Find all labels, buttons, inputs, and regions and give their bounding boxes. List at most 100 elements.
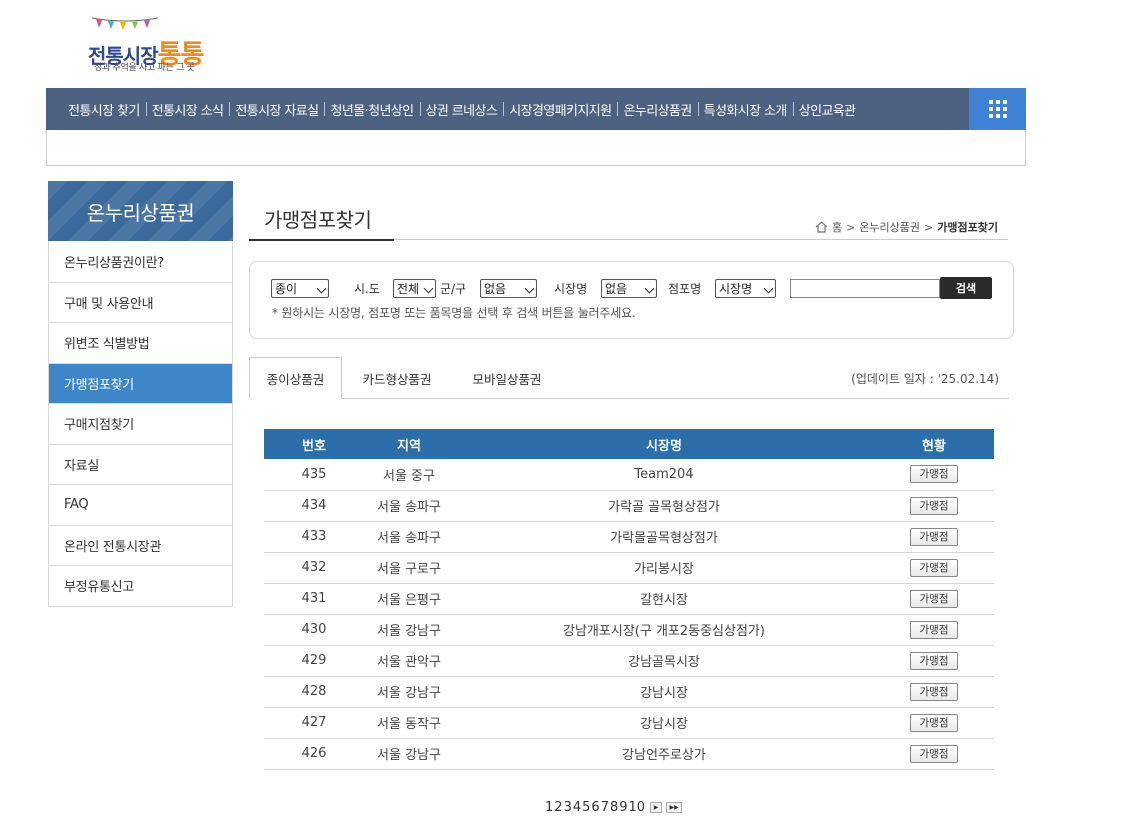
search-hint: * 원하시는 시장명, 점포명 또는 품목명을 선택 후 검색 버튼을 눌러주세… bbox=[272, 306, 636, 320]
row-number: 430 bbox=[264, 614, 364, 646]
breadcrumb-home[interactable]: 홈 bbox=[832, 219, 842, 235]
row-market-name[interactable]: 갈현시장 bbox=[454, 583, 874, 615]
voucher-tabs: 종이상품권 카드형상품권 모바일상품권 (업데이트 일자 : '25.02.14… bbox=[249, 357, 1009, 399]
sidebar-item[interactable]: FAQ bbox=[49, 484, 232, 525]
row-market-name[interactable]: 가리봉시장 bbox=[454, 552, 874, 584]
row-market-name[interactable]: 강남언주로상가 bbox=[454, 738, 874, 770]
row-number: 426 bbox=[264, 738, 364, 770]
search-button[interactable]: 검색 bbox=[940, 277, 992, 299]
chevron-right-icon: > bbox=[846, 220, 856, 234]
row-market-name[interactable]: 가락골 골목형상점가 bbox=[454, 490, 874, 522]
row-market-name[interactable]: Team204 bbox=[454, 459, 874, 491]
status-button[interactable]: 가맹점 bbox=[910, 620, 958, 639]
row-region: 서울 관악구 bbox=[364, 645, 454, 677]
row-market-name[interactable]: 가락몰골목형상점가 bbox=[454, 521, 874, 553]
page-link[interactable]: 4 bbox=[573, 800, 581, 815]
sidebar-item[interactable]: 부정유통신고 bbox=[49, 565, 232, 606]
grid-menu-icon[interactable] bbox=[969, 88, 1026, 130]
site-logo[interactable]: 전통시장통통 정과 추억을 사고 파는 그 곳 bbox=[86, 14, 216, 74]
table-row: 434 서울 송파구 가락골 골목형상점가 가맹점 bbox=[264, 490, 994, 522]
home-icon[interactable] bbox=[815, 221, 828, 233]
breadcrumb-section[interactable]: 온누리상품권 bbox=[859, 219, 920, 235]
row-status: 가맹점 bbox=[874, 459, 994, 491]
page-link[interactable]: 6 bbox=[591, 800, 599, 815]
row-status: 가맹점 bbox=[874, 738, 994, 770]
nav-item[interactable]: 전통시장 자료실 bbox=[229, 100, 324, 119]
nav-item[interactable]: 전통시장 찾기 bbox=[62, 100, 146, 119]
row-status: 가맹점 bbox=[874, 707, 994, 739]
next-page-button[interactable]: ▶ bbox=[650, 802, 663, 813]
row-region: 서울 강남구 bbox=[364, 614, 454, 646]
tab-paper-voucher[interactable]: 종이상품권 bbox=[249, 357, 342, 399]
status-button[interactable]: 가맹점 bbox=[910, 496, 958, 515]
row-number: 432 bbox=[264, 552, 364, 584]
status-button[interactable]: 가맹점 bbox=[910, 527, 958, 546]
status-button[interactable]: 가맹점 bbox=[910, 682, 958, 701]
sidebar-title: 온누리상품권 bbox=[48, 181, 233, 241]
row-number: 433 bbox=[264, 521, 364, 553]
page-link[interactable]: 1 bbox=[545, 800, 553, 815]
nav-item[interactable]: 상인교육관 bbox=[792, 100, 862, 119]
table-row: 428 서울 강남구 강남시장 가맹점 bbox=[264, 676, 994, 708]
status-button[interactable]: 가맹점 bbox=[910, 465, 958, 484]
table-row: 435 서울 중구 Team204 가맹점 bbox=[264, 459, 994, 491]
table-row: 431 서울 은평구 갈현시장 가맹점 bbox=[264, 583, 994, 615]
nav-item[interactable]: 청년몰·청년상인 bbox=[324, 100, 419, 119]
tab-mobile-voucher[interactable]: 모바일상품권 bbox=[452, 357, 562, 399]
table-row: 429 서울 관악구 강남골목시장 가맹점 bbox=[264, 645, 994, 677]
sidebar-item[interactable]: 가맹점포찾기 bbox=[49, 362, 232, 403]
last-page-button[interactable]: ▶▶ bbox=[666, 802, 683, 813]
row-status: 가맹점 bbox=[874, 645, 994, 677]
status-button[interactable]: 가맹점 bbox=[910, 558, 958, 577]
voucher-type-select[interactable]: 종이 bbox=[271, 279, 329, 298]
table-row: 433 서울 송파구 가락몰골목형상점가 가맹점 bbox=[264, 521, 994, 553]
nav-item[interactable]: 온누리상품권 bbox=[617, 100, 697, 119]
page-link[interactable]: 8 bbox=[610, 800, 618, 815]
status-button[interactable]: 가맹점 bbox=[910, 589, 958, 608]
row-market-name[interactable]: 강남개포시장(구 개포2동중심상점가) bbox=[454, 614, 874, 646]
row-market-name[interactable]: 강남골목시장 bbox=[454, 645, 874, 677]
sidebar-item[interactable]: 온라인 전통시장관 bbox=[49, 524, 232, 566]
row-status: 가맹점 bbox=[874, 552, 994, 584]
row-region: 서울 강남구 bbox=[364, 738, 454, 770]
sido-select[interactable]: 전체 bbox=[393, 279, 436, 298]
row-region: 서울 송파구 bbox=[364, 521, 454, 553]
sidebar-item[interactable]: 구매 및 사용안내 bbox=[49, 281, 232, 323]
row-status: 가맹점 bbox=[874, 676, 994, 708]
breadcrumb-current: 가맹점포찾기 bbox=[937, 221, 998, 234]
nav-item[interactable]: 특성화시장 소개 bbox=[697, 100, 793, 119]
row-status: 가맹점 bbox=[874, 614, 994, 646]
nav-item[interactable]: 전통시장 소식 bbox=[145, 100, 230, 119]
nav-item[interactable]: 시장경영패키지지원 bbox=[503, 100, 617, 119]
gungu-select[interactable]: 없음 bbox=[480, 279, 537, 298]
header-number: 번호 bbox=[264, 429, 364, 459]
nav-item[interactable]: 상권 르네상스 bbox=[419, 100, 504, 119]
status-button[interactable]: 가맹점 bbox=[910, 713, 958, 732]
page-link[interactable]: 9 bbox=[619, 800, 627, 815]
gungu-label: 군/구 bbox=[440, 282, 467, 296]
page-link[interactable]: 3 bbox=[564, 800, 572, 815]
row-region: 서울 동작구 bbox=[364, 707, 454, 739]
status-button[interactable]: 가맹점 bbox=[910, 651, 958, 670]
page-link[interactable]: 2 bbox=[554, 800, 562, 815]
table-row: 427 서울 동작구 강남시장 가맹점 bbox=[264, 707, 994, 739]
sidebar-item[interactable]: 자료실 bbox=[49, 443, 232, 485]
row-market-name[interactable]: 강남시장 bbox=[454, 707, 874, 739]
status-button[interactable]: 가맹점 bbox=[910, 744, 958, 763]
page-link[interactable]: 7 bbox=[601, 800, 609, 815]
page-link[interactable]: 5 bbox=[582, 800, 590, 815]
tab-card-voucher[interactable]: 카드형상품권 bbox=[342, 357, 452, 399]
search-input[interactable] bbox=[790, 279, 940, 298]
sidebar-item[interactable]: 온누리상품권이란? bbox=[49, 241, 232, 282]
search-field-select[interactable]: 시장명 bbox=[715, 279, 776, 298]
market-select[interactable]: 없음 bbox=[601, 279, 657, 298]
row-region: 서울 송파구 bbox=[364, 490, 454, 522]
row-region: 서울 은평구 bbox=[364, 583, 454, 615]
row-market-name[interactable]: 강남시장 bbox=[454, 676, 874, 708]
header-region: 지역 bbox=[364, 429, 454, 459]
sidebar-item[interactable]: 구매지점찾기 bbox=[49, 403, 232, 444]
row-number: 435 bbox=[264, 459, 364, 491]
page-link[interactable]: 10 bbox=[629, 800, 646, 815]
sidebar-item[interactable]: 위변조 식별방법 bbox=[49, 322, 232, 363]
store-table: 번호 지역 시장명 현황 435 서울 중구 Team204 가맹점 434 서울 송파구… bbox=[264, 429, 994, 770]
